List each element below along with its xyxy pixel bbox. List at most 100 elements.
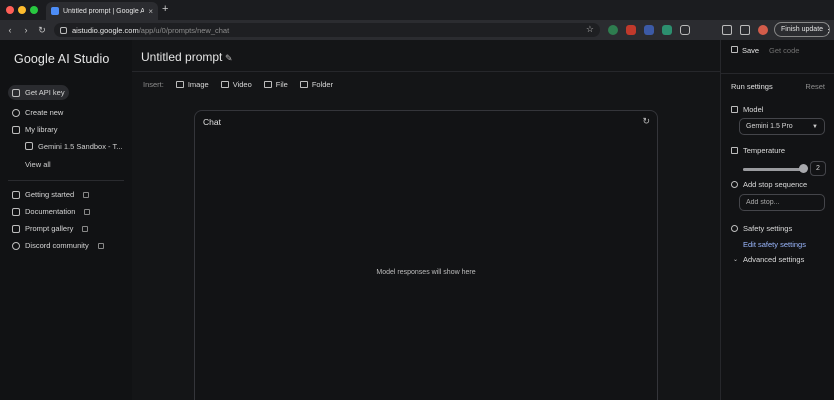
temperature-slider-fill: [743, 168, 803, 171]
save-label: Save: [742, 45, 760, 55]
extension-whatsapp-icon[interactable]: [608, 25, 618, 35]
sidebar-item-label: Create new: [25, 108, 64, 117]
prompt-title[interactable]: Untitled prompt: [141, 50, 222, 64]
sidebar-item-label: My library: [25, 125, 58, 134]
window-close-button[interactable]: [6, 6, 14, 14]
insert-folder-button[interactable]: Folder: [299, 79, 334, 89]
view-all-link[interactable]: View all: [25, 157, 51, 171]
insert-video-button[interactable]: Video: [220, 79, 252, 89]
edit-pencil-icon[interactable]: ✎: [225, 53, 233, 64]
sidebar-item-get-api-key[interactable]: Get API key: [8, 85, 69, 100]
prompt-header: Untitled prompt ✎: [132, 40, 720, 72]
site-info-icon[interactable]: [60, 26, 67, 34]
advanced-settings-label: Advanced settings: [743, 255, 805, 264]
back-button[interactable]: ‹: [4, 25, 16, 35]
discord-icon: [12, 241, 20, 250]
external-link-icon: [97, 242, 104, 249]
run-settings-panel: Save Get code Run settings Reset Model G…: [720, 40, 834, 400]
model-label-text: Model: [743, 105, 764, 114]
video-icon: [220, 80, 229, 88]
browser-tabstrip: Untitled prompt | Google AI S × +: [0, 0, 834, 20]
chat-empty-state: Model responses will show here: [376, 269, 476, 276]
sidebar: Google AI Studio Get API key Create new …: [0, 40, 132, 400]
folder-icon: [299, 80, 308, 88]
library-item-label: Gemini 1.5 Sandbox - T...: [38, 141, 123, 151]
temperature-slider-track[interactable]: [743, 168, 803, 171]
prompt-gallery-icon: [12, 224, 20, 233]
insert-toolbar: Insert: Image Video File Folder: [132, 73, 720, 95]
reset-button[interactable]: Reset: [805, 82, 825, 91]
sidebar-item-create-new[interactable]: Create new: [8, 105, 67, 120]
reload-button[interactable]: ↻: [36, 25, 48, 36]
new-tab-button[interactable]: +: [162, 3, 168, 15]
window-minimize-button[interactable]: [18, 6, 26, 14]
save-button[interactable]: Save: [731, 45, 760, 55]
sidebar-item-label: Prompt gallery: [25, 224, 74, 233]
extension-gmail-icon[interactable]: [626, 25, 636, 35]
sidebar-item-discord-community[interactable]: Discord community: [8, 238, 108, 253]
sidebar-item-my-library[interactable]: My library: [8, 122, 62, 137]
temperature-label-text: Temperature: [743, 146, 786, 155]
extension-docs-icon[interactable]: [644, 25, 654, 35]
library-item[interactable]: Gemini 1.5 Sandbox - T...: [25, 139, 123, 153]
model-icon: [731, 106, 738, 113]
main-area: Untitled prompt ✎ Insert: Image Video Fi…: [132, 40, 720, 400]
insert-item-label: Video: [232, 79, 252, 89]
side-panel-icon[interactable]: [740, 25, 750, 35]
stop-sequence-label: Add stop sequence: [731, 180, 807, 189]
advanced-settings-toggle[interactable]: ⌄ Advanced settings: [733, 255, 804, 264]
insert-item-label: Image: [187, 79, 209, 89]
thermometer-icon: [731, 147, 738, 154]
insert-file-button[interactable]: File: [263, 80, 288, 89]
download-icon[interactable]: [722, 25, 732, 35]
model-select-value: Gemini 1.5 Pro: [746, 123, 793, 130]
getting-started-icon: [12, 190, 20, 199]
stop-sequence-input[interactable]: [739, 194, 825, 211]
tab-close-icon[interactable]: ×: [148, 7, 153, 16]
address-bar[interactable]: aistudio.google.com /app/u/0/prompts/new…: [54, 23, 600, 37]
view-all-label: View all: [25, 159, 51, 169]
safety-label-text: Safety settings: [743, 224, 793, 233]
key-icon: [12, 88, 20, 97]
browser-menu-icon[interactable]: ⋮: [824, 24, 833, 35]
url-path: /app/u/0/prompts/new_chat: [138, 25, 230, 35]
bookmark-star-icon[interactable]: ☆: [586, 24, 594, 35]
brand-logo[interactable]: Google AI Studio: [14, 52, 109, 66]
sidebar-divider: [8, 180, 124, 181]
browser-tab[interactable]: Untitled prompt | Google AI S ×: [46, 2, 158, 20]
extension-sheets-icon[interactable]: [662, 25, 672, 35]
image-icon: [175, 80, 184, 88]
window-zoom-button[interactable]: [30, 6, 38, 14]
safety-settings-label: Safety settings: [731, 224, 792, 233]
library-icon: [12, 125, 20, 134]
chat-panel: Chat ↻ Model responses will show here: [194, 110, 658, 400]
chat-title: Chat: [203, 117, 221, 127]
shield-icon: [731, 225, 738, 232]
ai-studio-favicon-icon: [51, 7, 59, 15]
file-icon: [263, 80, 272, 88]
sidebar-item-documentation[interactable]: Documentation: [8, 204, 94, 219]
plus-icon: [12, 108, 20, 117]
extensions-puzzle-icon[interactable]: [680, 25, 690, 35]
edit-safety-settings-link[interactable]: Edit safety settings: [743, 240, 806, 249]
caret-down-icon: ▼: [812, 123, 818, 130]
run-settings-header: Run settings Reset: [721, 73, 834, 95]
save-icon: [731, 45, 738, 53]
temperature-label: Temperature: [731, 146, 785, 155]
sidebar-item-label: Get API key: [25, 88, 65, 97]
sidebar-item-getting-started[interactable]: Getting started: [8, 187, 93, 202]
forward-button[interactable]: ›: [20, 25, 32, 35]
temperature-slider-thumb[interactable]: [798, 164, 808, 173]
insert-image-button[interactable]: Image: [175, 79, 209, 89]
temperature-value-input[interactable]: 2: [810, 161, 826, 176]
sidebar-item-prompt-gallery[interactable]: Prompt gallery: [8, 221, 92, 236]
finish-update-button[interactable]: Finish update: [774, 22, 831, 37]
profile-avatar[interactable]: [758, 25, 768, 35]
stop-label-text: Add stop sequence: [743, 180, 808, 189]
url-host: aistudio.google.com: [72, 25, 139, 35]
refresh-icon[interactable]: ↻: [642, 116, 650, 127]
model-select[interactable]: Gemini 1.5 Pro ▼: [739, 118, 825, 135]
get-code-button[interactable]: Get code: [769, 46, 799, 55]
insert-item-label: Folder: [311, 79, 334, 89]
sidebar-item-label: Discord community: [25, 241, 89, 250]
